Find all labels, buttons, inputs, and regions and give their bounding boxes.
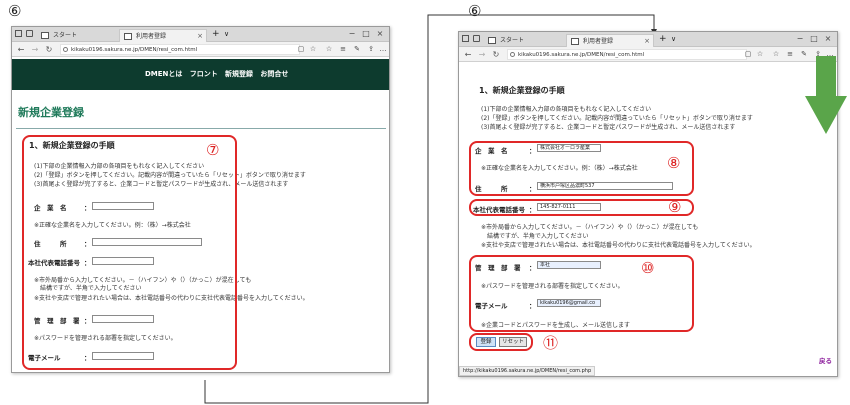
favorites-hub-icon[interactable]: ☆ [771,48,781,61]
callout-number-10: ⑩ [641,259,655,277]
tab-list-icon[interactable] [15,30,22,37]
address-bar[interactable]: kikaku0196.sakura.ne.jp/DMEN/resi_com.ht… [507,49,747,60]
nav-bar: ← → ↻ kikaku0196.sakura.ne.jp/DMEN/resi_… [459,47,837,62]
close-tab-icon[interactable]: × [644,35,650,47]
page-icon [124,33,132,40]
page-title: 新規企業登録 [18,106,84,119]
refresh-icon[interactable]: ↻ [44,43,54,56]
nav-bar: ← → ↻ kikaku0196.sakura.ne.jp/DMEN/resi_… [12,42,389,57]
callout-box-10 [469,255,694,332]
callout-box-11 [469,333,533,351]
pen-note-icon[interactable]: ✎ [352,43,362,56]
close-tab-icon[interactable]: × [197,30,203,42]
refresh-icon[interactable]: ↻ [491,48,501,61]
callout-box-8 [469,141,694,196]
site-nav: DMENとは フロント 新規登録 お問合せ [145,69,288,79]
status-bar-url: http://kikaku0196.sakura.ne.jp/DMEN/resi… [459,366,596,376]
forward-arrow-icon[interactable]: → [477,48,487,61]
favorite-star-icon[interactable]: ☆ [308,43,318,56]
address-bar[interactable]: kikaku0196.sakura.ne.jp/DMEN/resi_com.ht… [60,44,300,55]
reading-view-icon[interactable]: ▢ [743,48,753,61]
tab-list-icon[interactable] [462,35,469,42]
back-link[interactable]: 戻る [819,355,832,365]
phone-note-2: 結構ですが、半角で入力してください [481,233,589,240]
callout-number-9: ⑨ [668,198,682,216]
nav-about[interactable]: DMENとは [145,70,182,78]
scroll-down-arrow-icon [805,56,847,134]
browser-window-left: スタート 利用者登録 × + ∨ − □ × ← → ↻ kikaku0196.s… [11,26,390,373]
back-tabs-icon[interactable] [473,35,480,42]
share-icon[interactable]: ⇪ [366,43,376,56]
nav-front[interactable]: フロント [190,70,218,78]
lock-icon [63,47,68,52]
callout-box-7 [22,135,237,370]
more-menu-icon[interactable]: … [378,43,388,56]
maximize-button[interactable]: □ [359,27,373,41]
reading-list-icon[interactable]: ≡ [785,48,795,61]
maximize-button[interactable]: □ [807,32,821,46]
section-heading: 1、新規企業登録の手順 [479,86,565,95]
lock-icon [510,52,515,57]
forward-arrow-icon[interactable]: → [30,43,40,56]
favorite-star-icon[interactable]: ☆ [755,48,765,61]
back-arrow-icon[interactable]: ← [16,43,26,56]
callout-box-9 [469,199,694,216]
close-window-button[interactable]: × [373,27,387,41]
minimize-button[interactable]: − [793,32,807,46]
page-icon [571,38,579,45]
minimize-button[interactable]: − [345,27,359,41]
instruction-2: (2)「登録」ボタンを押してください。記載内容が間違っていたら「リセット」ボタン… [481,115,753,122]
page-icon [488,37,496,44]
tab-user-registration[interactable]: 利用者登録 × [566,34,654,47]
tab-menu-chevron-icon[interactable]: ∨ [671,32,676,46]
reading-list-icon[interactable]: ≡ [338,43,348,56]
nav-contact[interactable]: お問合せ [260,70,288,78]
tab-menu-chevron-icon[interactable]: ∨ [224,27,229,41]
phone-note-1: ※市外局番から入力してください。－（ハイフン）や（）（かっこ）が混在しても [481,224,699,231]
divider [16,128,386,129]
phone-note-3: ※支社や支店で管理されたい場合は、本社電話番号の代わりに支社代表電話番号を入力し… [481,242,756,249]
callout-number-8: ⑧ [667,154,681,172]
callout-number-7: ⑦ [206,141,220,159]
new-tab-button[interactable]: + [212,27,220,41]
page-icon [41,32,49,39]
instruction-1: (1)下部の企業情報入力部の各項目をもれなく記入してください [481,106,652,113]
tab-start[interactable]: スタート [484,34,564,47]
close-window-button[interactable]: × [821,32,835,46]
back-arrow-icon[interactable]: ← [463,48,473,61]
back-tabs-icon[interactable] [26,30,33,37]
tab-bar: スタート 利用者登録 × + ∨ − □ × [12,27,389,42]
favorites-hub-icon[interactable]: ☆ [324,43,334,56]
browser-window-right: スタート 利用者登録 × + ∨ − □ × ← → ↻ kikaku0196.s… [458,31,838,377]
tab-start[interactable]: スタート [37,29,117,42]
tab-bar: スタート 利用者登録 × + ∨ − □ × [459,32,837,47]
site-header: DMENとは フロント 新規登録 お問合せ [12,59,389,90]
instruction-3: (3)首尾よく登録が完了すると、企業コードと暫定パスワードが生成され、メール送信… [481,124,736,131]
callout-number-11: ⑪ [543,334,559,352]
new-tab-button[interactable]: + [659,32,667,46]
nav-register[interactable]: 新規登録 [225,70,253,78]
reading-view-icon[interactable]: ▢ [296,43,306,56]
tab-user-registration[interactable]: 利用者登録 × [119,29,207,42]
